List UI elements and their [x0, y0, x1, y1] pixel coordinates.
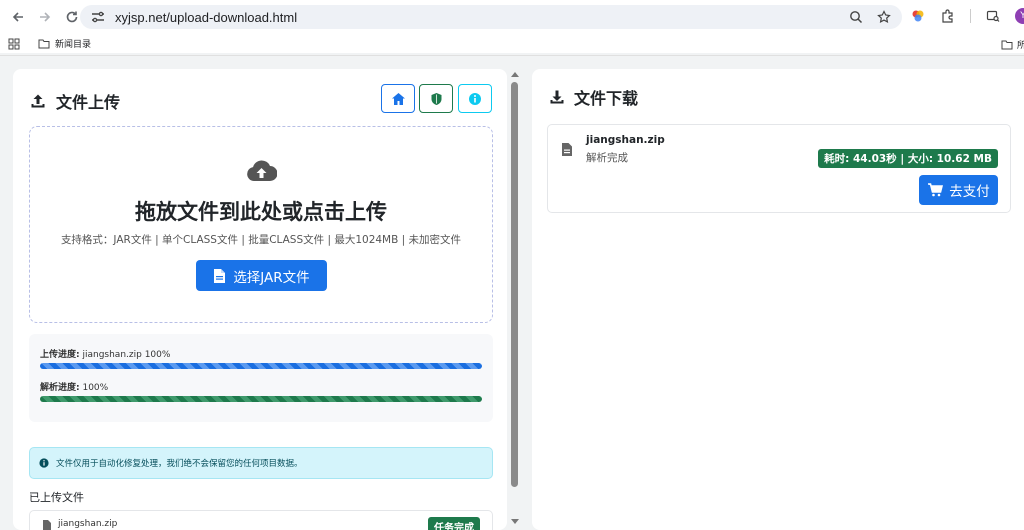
- download-card: 文件下载 jiangshan.zip 解析完成 耗时: 44.03秒 | 大小:…: [532, 69, 1024, 530]
- bookmark-folder-right[interactable]: 所: [1001, 38, 1024, 51]
- download-file-status: 解析完成: [586, 152, 628, 164]
- privacy-notice: 文件仅用于自动化修复处理，我们绝不会保留您的任何项目数据。: [29, 447, 493, 479]
- upload-progress-text: jiangshan.zip 100%: [82, 350, 171, 360]
- file-icon: [43, 520, 51, 530]
- parse-progress-label: 解析进度:: [40, 383, 80, 393]
- upload-progress-label: 上传进度:: [40, 350, 80, 360]
- parse-progress-text: 100%: [82, 383, 109, 393]
- scroll-down-arrow[interactable]: [511, 519, 519, 524]
- upload-title-text: 文件上传: [56, 93, 121, 112]
- bookmarks-bar: 新闻目录 所: [0, 34, 1024, 53]
- drop-formats: 支持格式：JAR文件 | 单个CLASS文件 | 批量CLASS文件 | 最大1…: [60, 234, 462, 246]
- zoom-icon[interactable]: [848, 9, 864, 25]
- site-info-icon[interactable]: [90, 9, 106, 25]
- drop-zone[interactable]: 拖放文件到此处或点击上传 支持格式：JAR文件 | 单个CLASS文件 | 批量…: [29, 126, 493, 323]
- file-icon: [562, 143, 572, 156]
- folder-icon: [38, 39, 50, 48]
- uploaded-files-title: 已上传文件: [29, 491, 84, 504]
- info-button[interactable]: [458, 84, 492, 113]
- upload-progress-bar: [40, 363, 482, 369]
- progress-panel: 上传进度: jiangshan.zip 100% 解析进度: 100%: [29, 334, 493, 422]
- uploaded-file-name: jiangshan.zip: [58, 519, 118, 529]
- choose-jar-label: 选择JAR文件: [233, 269, 310, 286]
- home-button[interactable]: [381, 84, 415, 113]
- bookmark-folder-right-label: 所: [1017, 41, 1024, 51]
- cloud-upload-icon: [247, 160, 277, 181]
- upload-scrollbar[interactable]: [508, 56, 522, 530]
- bookmark-folder-news[interactable]: 新闻目录: [38, 37, 91, 50]
- drop-title: 拖放文件到此处或点击上传: [135, 200, 387, 224]
- info-circle-icon: [39, 458, 49, 468]
- shield-button[interactable]: [419, 84, 453, 113]
- download-icon: [550, 90, 564, 104]
- extension-color-icon[interactable]: [910, 8, 926, 24]
- parse-progress-bar: [40, 396, 482, 402]
- pay-button-label: 去支付: [949, 184, 990, 200]
- download-file-card: jiangshan.zip 解析完成 耗时: 44.03秒 | 大小: 10.6…: [547, 124, 1011, 213]
- folder-icon: [1001, 40, 1013, 49]
- pay-button[interactable]: 去支付: [919, 175, 998, 205]
- address-bar[interactable]: xyjsp.net/upload-download.html: [80, 5, 902, 29]
- browser-toolbar: xyjsp.net/upload-download.html Y: [0, 0, 1024, 34]
- url-text: xyjsp.net/upload-download.html: [115, 9, 298, 25]
- download-title: 文件下载: [550, 85, 638, 109]
- task-complete-badge: 任务完成: [428, 517, 480, 530]
- file-icon: [214, 268, 226, 283]
- page-content: 文件上传 拖放文件到此处或点击上传 支持格式：JAR文件 | 单个CLASS文件…: [0, 56, 1024, 530]
- scroll-thumb[interactable]: [511, 82, 518, 487]
- upload-progress-row: 上传进度: jiangshan.zip 100%: [40, 347, 170, 360]
- choose-jar-button[interactable]: 选择JAR文件: [196, 260, 327, 291]
- cart-icon: [928, 183, 944, 197]
- bookmark-star-icon[interactable]: [876, 9, 892, 25]
- upload-title: 文件上传: [30, 89, 120, 113]
- back-icon[interactable]: [6, 5, 30, 29]
- privacy-notice-text: 文件仅用于自动化修复处理，我们绝不会保留您的任何项目数据。: [56, 459, 303, 469]
- download-file-name: jiangshan.zip: [586, 134, 665, 146]
- scroll-up-arrow[interactable]: [511, 72, 519, 77]
- shield-icon: [431, 92, 441, 105]
- extensions-puzzle-icon[interactable]: [940, 8, 956, 24]
- uploaded-file-item: jiangshan.zip 任务完成: [29, 510, 493, 530]
- forward-icon[interactable]: [33, 5, 57, 29]
- time-size-badge: 耗时: 44.03秒 | 大小: 10.62 MB: [818, 149, 998, 168]
- tab-search-icon[interactable]: [985, 8, 1001, 24]
- profile-avatar[interactable]: Y: [1015, 8, 1024, 24]
- bookmark-folder-label: 新闻目录: [55, 40, 92, 50]
- toolbar-divider: [970, 9, 971, 23]
- info-icon: [469, 92, 481, 105]
- home-icon: [391, 92, 405, 105]
- upload-card: 文件上传 拖放文件到此处或点击上传 支持格式：JAR文件 | 单个CLASS文件…: [13, 69, 507, 530]
- apps-grid-icon[interactable]: [6, 36, 22, 52]
- download-title-text: 文件下载: [574, 89, 639, 108]
- parse-progress-row: 解析进度: 100%: [40, 380, 108, 393]
- upload-icon: [31, 94, 45, 108]
